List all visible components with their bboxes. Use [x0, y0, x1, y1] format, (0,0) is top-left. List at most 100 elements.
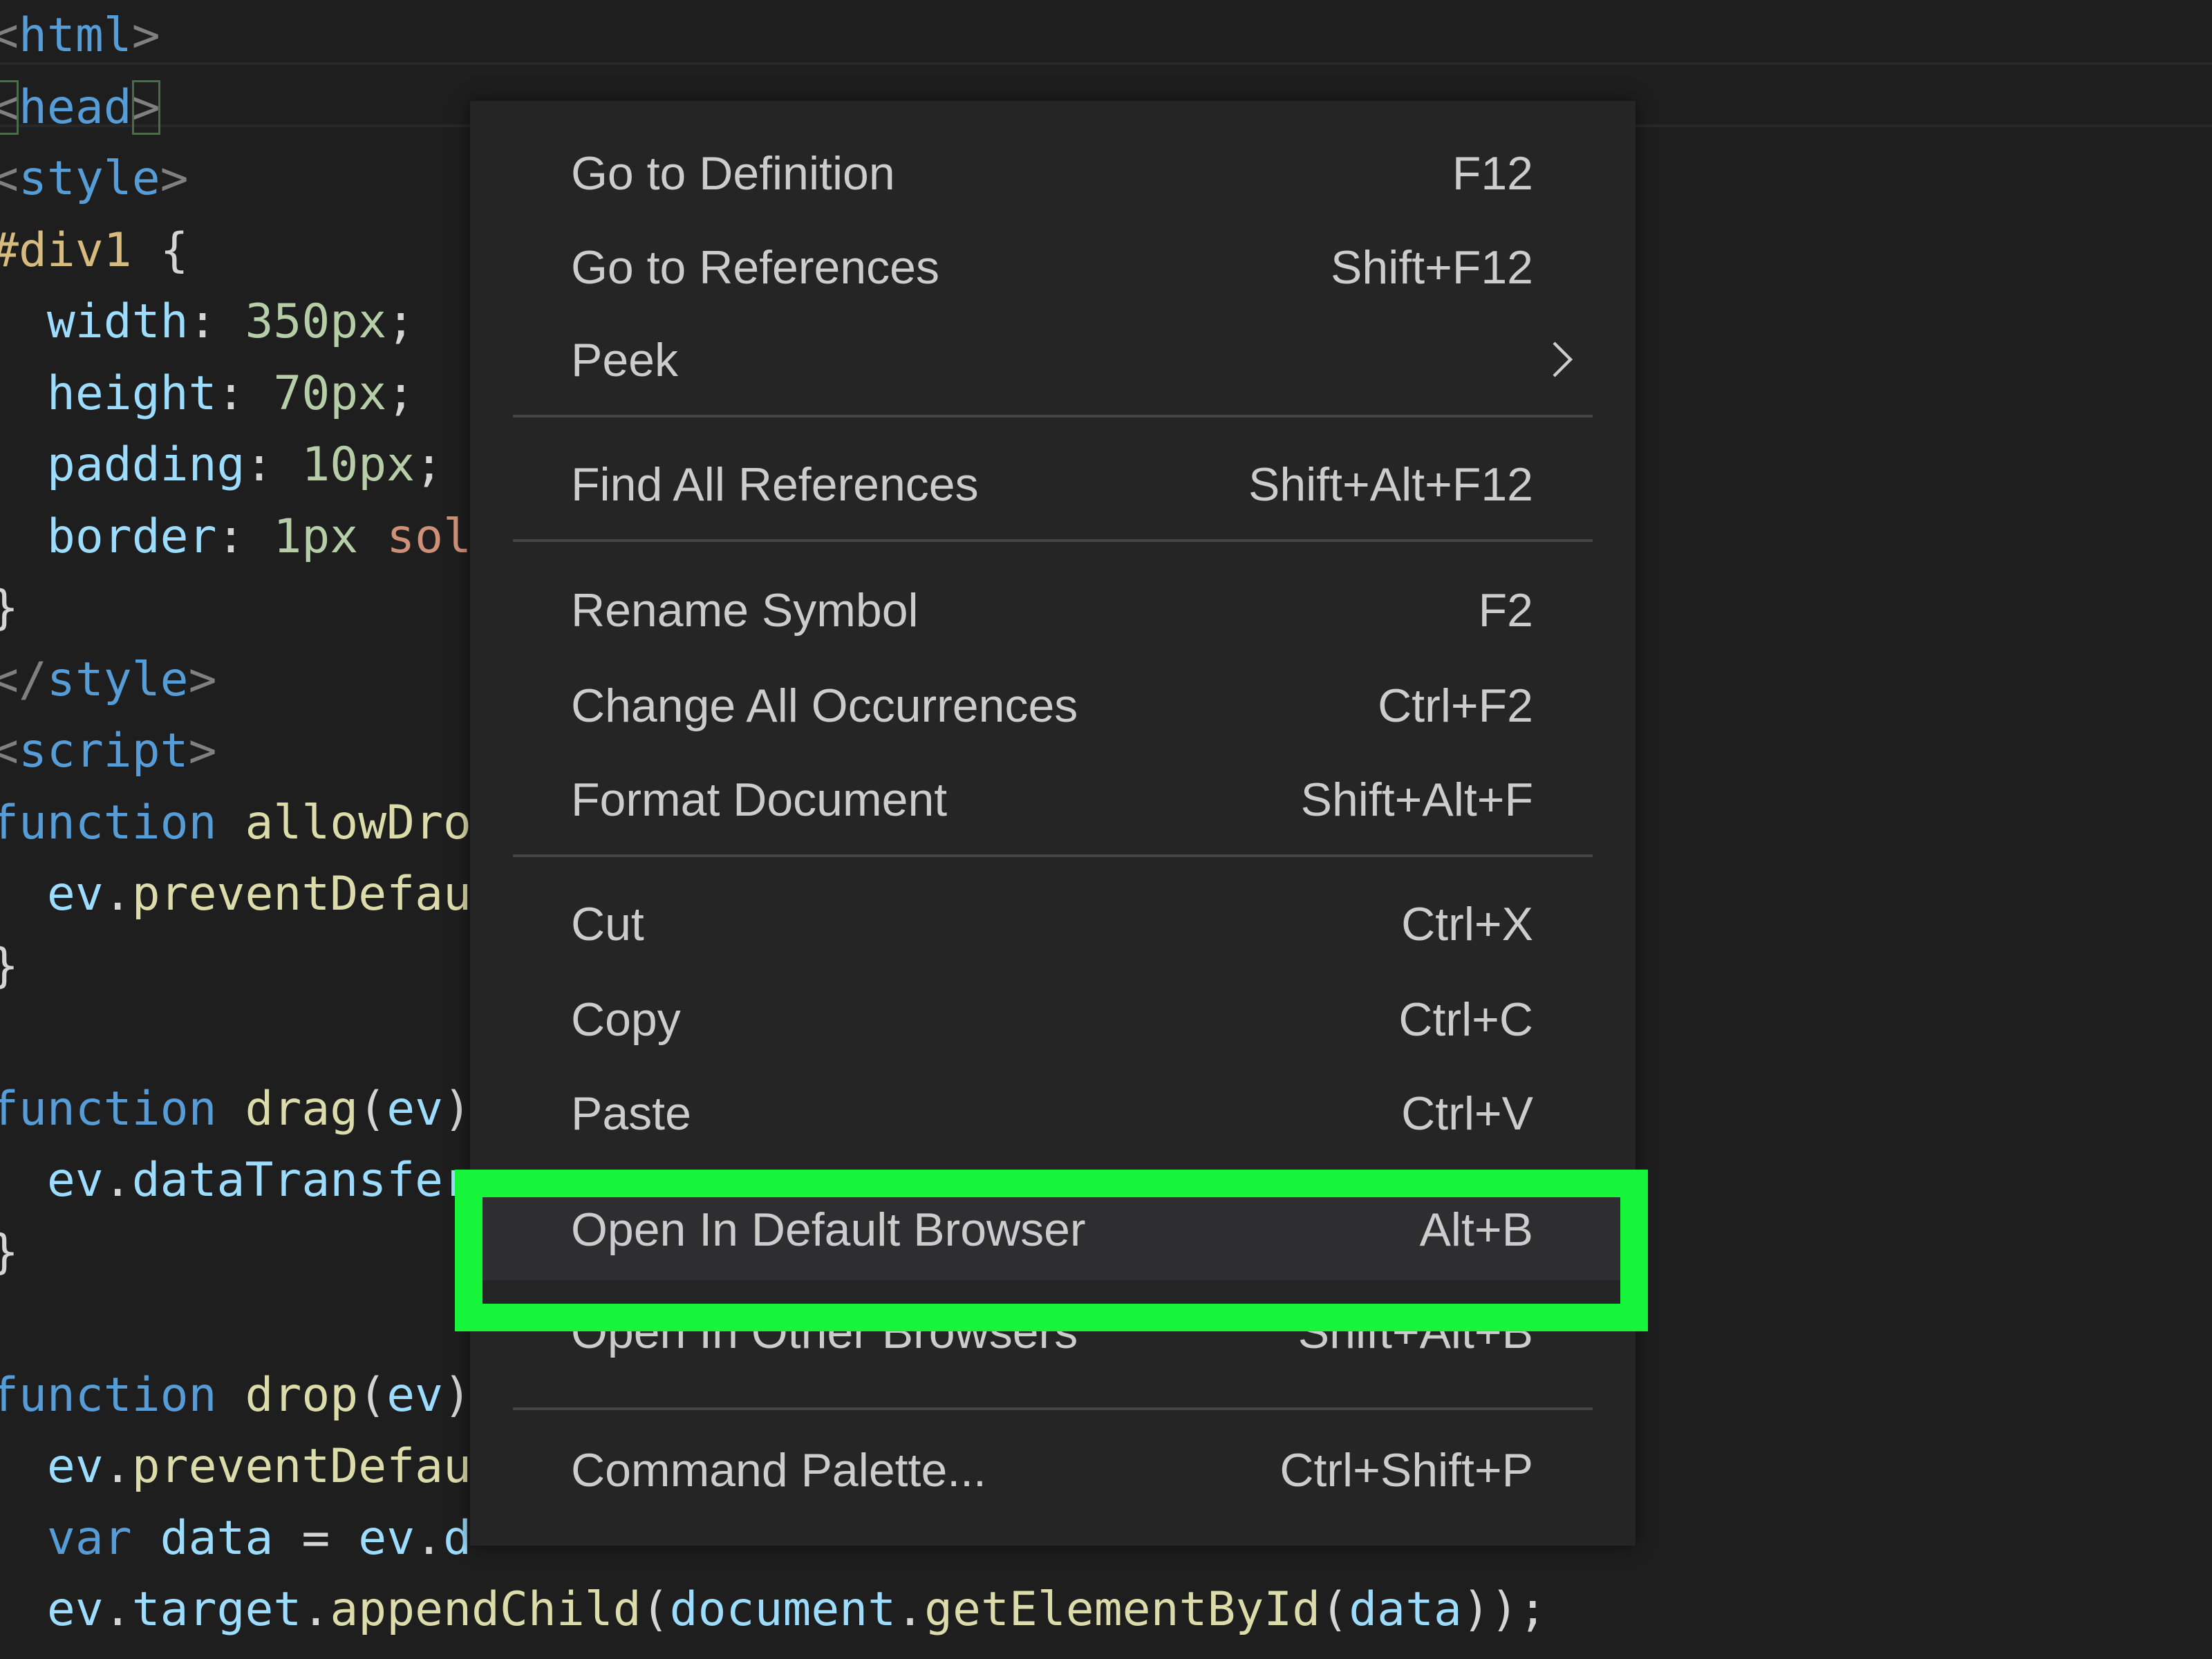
- code-line: function drag(ev): [0, 1074, 471, 1145]
- menu-separator: [513, 539, 1593, 542]
- code-token: .: [103, 867, 132, 921]
- code-token: (: [641, 1582, 670, 1637]
- code-token: var: [46, 1510, 132, 1566]
- code-token: :: [245, 438, 302, 492]
- code-token: data: [160, 1510, 274, 1566]
- code-token: (: [1320, 1582, 1349, 1637]
- code-token: ): [443, 1081, 472, 1136]
- menu-item-label: Peek: [571, 334, 678, 386]
- code-token: getElementById: [924, 1582, 1321, 1637]
- code-token: 1px: [273, 509, 359, 564]
- code-token: sol: [386, 509, 472, 564]
- code-line: }: [0, 930, 19, 1002]
- code-line: }: [0, 572, 19, 644]
- menu-item-label: Format Document: [571, 774, 948, 826]
- code-token: ;: [415, 438, 444, 492]
- code-token: .: [301, 1582, 330, 1637]
- menu-item-peek[interactable]: Peek: [470, 312, 1635, 406]
- menu-item-shortcut: F12: [1452, 147, 1533, 200]
- menu-item-shortcut: Ctrl+Shift+P: [1280, 1444, 1533, 1497]
- code-token: }: [0, 581, 19, 635]
- code-token: preventDefau: [131, 1439, 472, 1494]
- code-token: target: [131, 1582, 302, 1637]
- code-token: 10px: [301, 438, 415, 492]
- menu-item-shortcut: Shift+Alt+F: [1300, 774, 1533, 826]
- code-token: >: [131, 8, 160, 63]
- code-token: .: [103, 1153, 132, 1208]
- menu-item-label: Go to Definition: [571, 147, 895, 200]
- code-token: :: [216, 509, 274, 564]
- code-token: ev: [386, 1367, 444, 1423]
- code-line: width: 350px;: [0, 286, 415, 358]
- code-token: preventDefau: [131, 867, 472, 921]
- code-token: .: [896, 1582, 925, 1637]
- code-line: #div1 {: [0, 215, 189, 287]
- code-token: ev: [46, 1153, 104, 1208]
- menu-item-label: Rename Symbol: [571, 584, 919, 637]
- code-token: function: [0, 795, 217, 850]
- menu-item-go-to-references[interactable]: Go to References Shift+F12: [470, 220, 1635, 314]
- menu-item-shortcut: Shift+F12: [1331, 241, 1533, 294]
- menu-item-rename-symbol[interactable]: Rename Symbol F2: [470, 563, 1635, 657]
- code-token: (: [358, 1081, 387, 1136]
- code-line: }: [0, 1217, 19, 1288]
- code-token: appendChild: [330, 1582, 641, 1637]
- code-line: height: 70px;: [0, 358, 415, 430]
- code-token: head: [18, 79, 132, 135]
- menu-item-find-all-references[interactable]: Find All References Shift+Alt+F12: [470, 437, 1635, 531]
- code-token: width: [46, 294, 189, 349]
- menu-item-go-to-definition[interactable]: Go to Definition F12: [470, 126, 1635, 220]
- code-line: var data = ev.d: [0, 1503, 471, 1575]
- menu-item-label: Command Palette...: [571, 1444, 986, 1497]
- menu-item-cut[interactable]: Cut Ctrl+X: [470, 877, 1635, 971]
- code-token: script: [18, 724, 189, 778]
- menu-item-command-palette[interactable]: Command Palette... Ctrl+Shift+P: [470, 1423, 1635, 1517]
- code-token: 350px: [245, 294, 387, 349]
- menu-item-change-all-occurrences[interactable]: Change All Occurrences Ctrl+F2: [470, 658, 1635, 752]
- code-line: ev.dataTransfer: [0, 1145, 471, 1217]
- code-token: ev: [46, 1439, 104, 1494]
- menu-item-label: Copy: [571, 993, 681, 1046]
- menu-separator: [513, 415, 1593, 418]
- code-token: {: [131, 223, 189, 278]
- code-token: <: [0, 79, 19, 135]
- code-token: .: [103, 1582, 132, 1637]
- code-token: }: [0, 1225, 19, 1280]
- code-token: style: [46, 652, 189, 707]
- code-line: <html>: [0, 0, 160, 72]
- menu-separator: [513, 1407, 1593, 1410]
- code-token: height: [46, 366, 217, 421]
- menu-item-format-document[interactable]: Format Document Shift+Alt+F: [470, 752, 1635, 846]
- code-token: =: [273, 1510, 359, 1566]
- code-line: <style>: [0, 143, 189, 215]
- menu-item-label: Cut: [571, 898, 644, 950]
- menu-item-copy[interactable]: Copy Ctrl+C: [470, 972, 1635, 1066]
- code-token: border: [46, 509, 217, 564]
- menu-item-label: Find All References: [571, 458, 979, 511]
- code-token: ev: [358, 1510, 415, 1566]
- code-token: data: [1349, 1582, 1462, 1637]
- code-line: padding: 10px;: [0, 429, 443, 501]
- menu-item-paste[interactable]: Paste Ctrl+V: [470, 1066, 1635, 1160]
- code-token: ev: [386, 1081, 444, 1136]
- menu-item-label: Change All Occurrences: [571, 679, 1078, 732]
- code-token: ev: [46, 1582, 104, 1637]
- code-token: <: [0, 151, 19, 206]
- code-token: }: [0, 939, 19, 993]
- chevron-right-icon: [1553, 341, 1573, 377]
- menu-item-shortcut: Ctrl+X: [1401, 898, 1533, 950]
- code-line: border: 1px sol: [0, 501, 471, 573]
- menu-item-shortcut: F2: [1478, 584, 1533, 637]
- menu-item-shortcut: Ctrl+C: [1398, 993, 1533, 1046]
- code-token: ));: [1461, 1582, 1547, 1637]
- code-token: .: [103, 1439, 132, 1494]
